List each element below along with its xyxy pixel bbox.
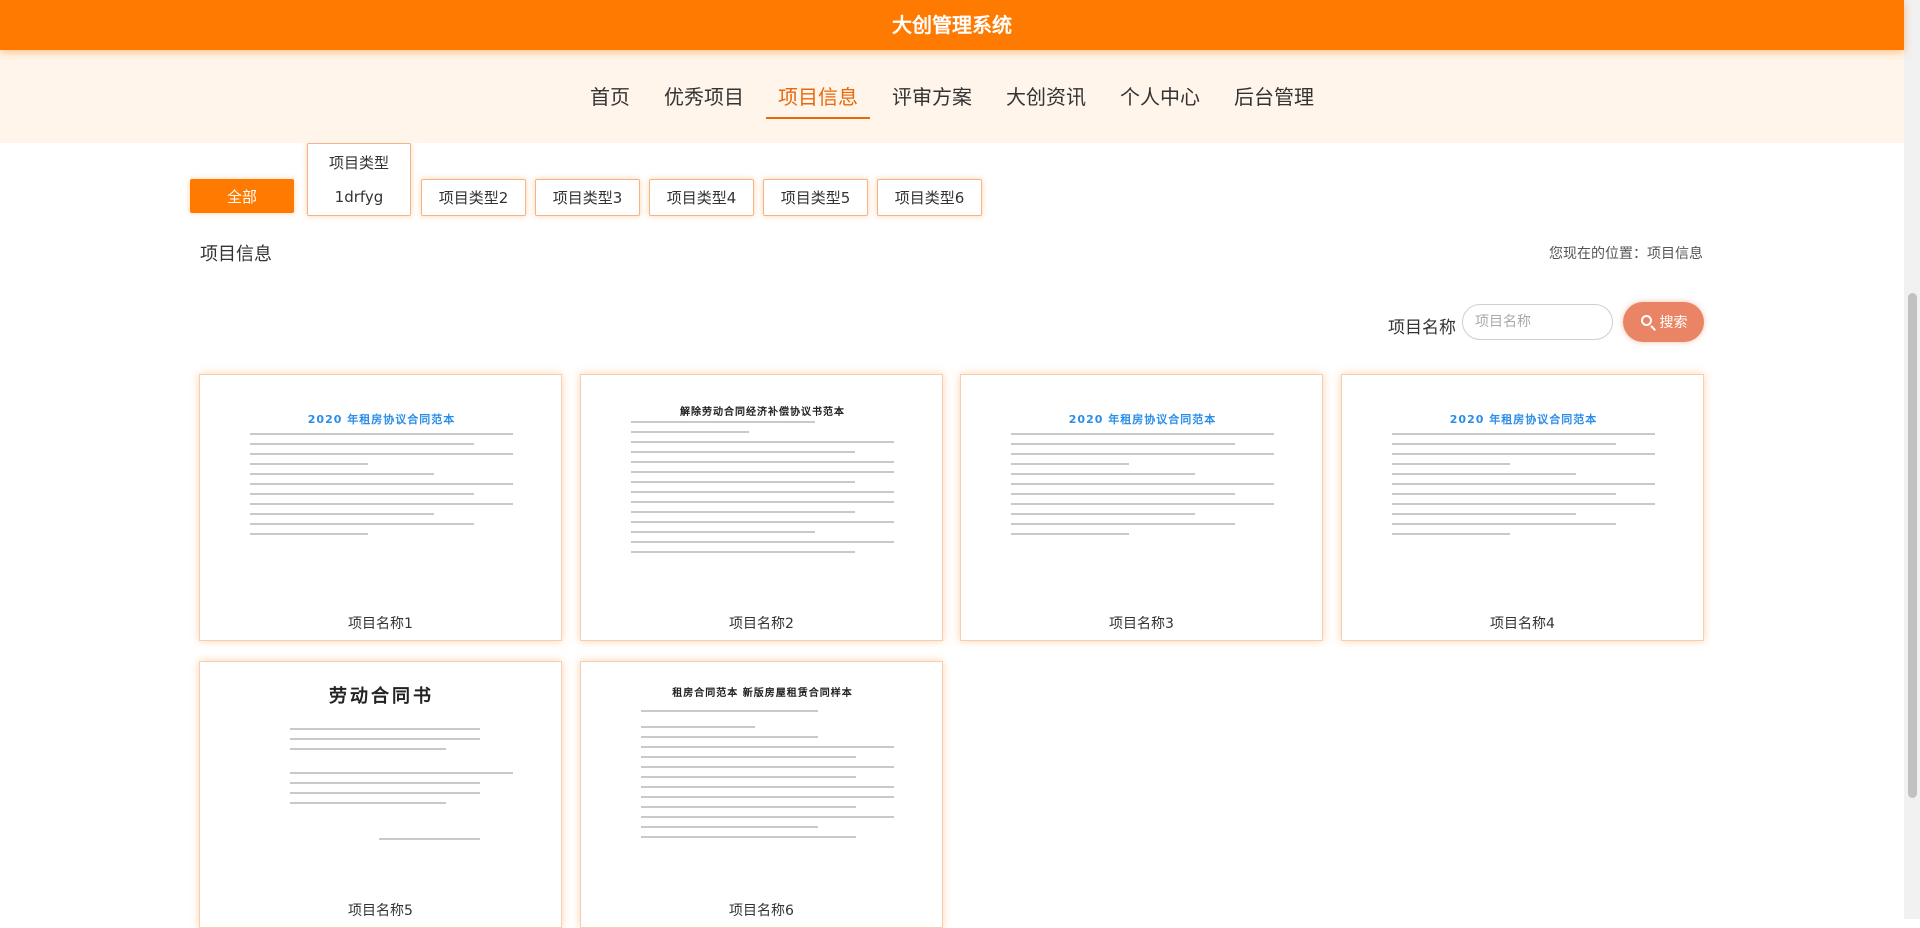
- nav-item-admin[interactable]: 后台管理: [1222, 75, 1326, 119]
- filter-type-1[interactable]: 项目类型 1drfyg: [307, 143, 411, 216]
- search-button-label: 搜索: [1659, 314, 1688, 330]
- search-button[interactable]: 搜索: [1623, 302, 1704, 342]
- doc-text-lines: [1011, 433, 1274, 543]
- project-name: 项目名称4: [1490, 616, 1555, 632]
- scrollbar-thumb[interactable]: [1908, 293, 1917, 798]
- nav-item-review-plan[interactable]: 评审方案: [880, 75, 984, 119]
- nav-item-news[interactable]: 大创资讯: [994, 75, 1098, 119]
- search-icon: [1640, 314, 1656, 331]
- nav-bar: 首页 优秀项目 项目信息 评审方案 大创资讯 个人中心 后台管理: [0, 50, 1904, 143]
- filter-type-4[interactable]: 项目类型4: [649, 179, 754, 216]
- nav-item-project-info[interactable]: 项目信息: [766, 75, 870, 119]
- doc-title: 解除劳动合同经济补偿协议书范本: [680, 407, 845, 418]
- breadcrumb: 您现在的位置：项目信息: [1549, 246, 1703, 262]
- filter-all[interactable]: 全部: [190, 179, 294, 213]
- page-scrollbar[interactable]: [1904, 0, 1920, 919]
- doc-text-lines: [631, 421, 894, 561]
- doc-title: 2020 年租房协议合同范本: [307, 413, 456, 426]
- filter-type-3[interactable]: 项目类型3: [535, 179, 640, 216]
- project-thumbnail: 租房合同范本 新版房屋租赁合同样本: [591, 670, 934, 890]
- doc-text-lines: [250, 433, 513, 543]
- doc-text-lines: [1392, 433, 1655, 543]
- nav-item-personal-center[interactable]: 个人中心: [1108, 75, 1212, 119]
- main-nav: 首页 优秀项目 项目信息 评审方案 大创资讯 个人中心 后台管理: [0, 50, 1904, 143]
- doc-title: 2020 年租房协议合同范本: [1449, 413, 1598, 426]
- doc-text-lines: [290, 728, 513, 848]
- search-label: 项目名称: [1388, 318, 1456, 338]
- nav-item-excellent-projects[interactable]: 优秀项目: [652, 75, 756, 119]
- project-card-2[interactable]: 解除劳动合同经济补偿协议书范本 项目名称2: [580, 374, 943, 641]
- project-card-4[interactable]: 2020 年租房协议合同范本 项目名称4: [1341, 374, 1704, 641]
- app-header: 大创管理系统: [0, 0, 1904, 50]
- doc-title: 2020 年租房协议合同范本: [1068, 413, 1217, 426]
- project-name: 项目名称3: [1109, 616, 1174, 632]
- category-filters: 全部 项目类型 1drfyg 项目类型2 项目类型3 项目类型4 项目类型5 项…: [0, 143, 1904, 233]
- app-title: 大创管理系统: [892, 13, 1012, 37]
- filter-type-1-label: 项目类型: [328, 154, 389, 172]
- project-name: 项目名称1: [348, 616, 413, 632]
- filter-type-6[interactable]: 项目类型6: [877, 179, 982, 216]
- doc-text-lines: [641, 710, 894, 846]
- doc-title: 租房合同范本 新版房屋租赁合同样本: [672, 688, 853, 699]
- project-thumbnail: 解除劳动合同经济补偿协议书范本: [591, 383, 934, 603]
- search-input[interactable]: [1462, 304, 1613, 340]
- project-name: 项目名称6: [729, 903, 794, 919]
- nav-item-home[interactable]: 首页: [578, 75, 642, 119]
- project-card-3[interactable]: 2020 年租房协议合同范本 项目名称3: [960, 374, 1323, 641]
- project-card-5[interactable]: 劳动合同书 项目名称5: [199, 661, 562, 928]
- filter-type-1-sublabel: 1drfyg: [334, 188, 384, 206]
- project-name: 项目名称5: [348, 903, 413, 919]
- project-thumbnail: 2020 年租房协议合同范本: [971, 383, 1314, 603]
- filter-type-2[interactable]: 项目类型2: [421, 179, 526, 216]
- project-card-6[interactable]: 租房合同范本 新版房屋租赁合同样本 项目名称6: [580, 661, 943, 928]
- filter-type-5[interactable]: 项目类型5: [763, 179, 868, 216]
- project-card-1[interactable]: 2020 年租房协议合同范本 项目名称1: [199, 374, 562, 641]
- project-thumbnail: 劳动合同书: [210, 670, 553, 890]
- project-name: 项目名称2: [729, 616, 794, 632]
- project-thumbnail: 2020 年租房协议合同范本: [210, 383, 553, 603]
- section-title: 项目信息: [200, 244, 272, 265]
- project-thumbnail: 2020 年租房协议合同范本: [1352, 383, 1695, 603]
- doc-title: 劳动合同书: [329, 686, 434, 707]
